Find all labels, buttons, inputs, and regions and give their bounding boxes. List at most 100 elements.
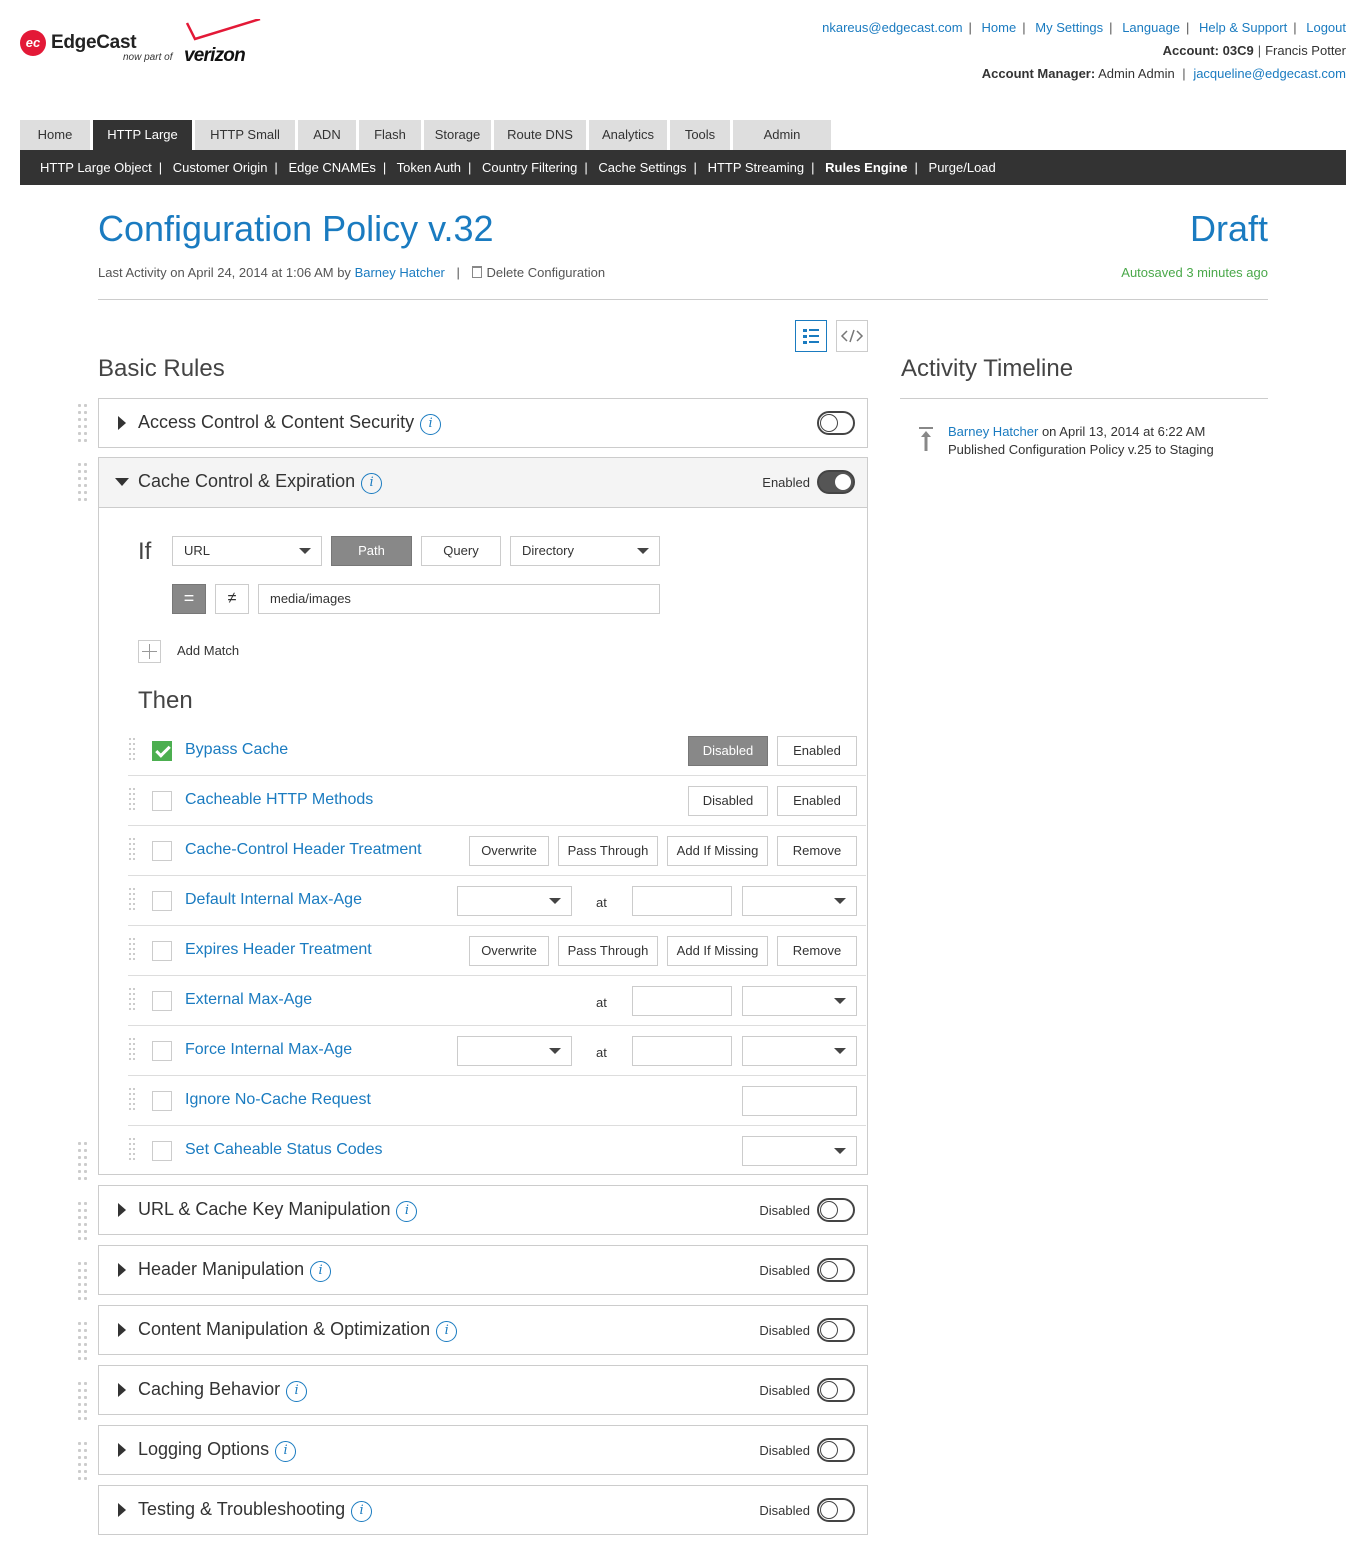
cc-overwrite-button[interactable]: Overwrite [469,836,549,866]
panel-toggle[interactable] [817,1198,855,1222]
info-icon[interactable]: i [310,1261,332,1282]
force-max-age-unit-select[interactable] [742,1036,857,1066]
force-max-age-status-select[interactable] [457,1036,572,1066]
subnav-edge-cnames[interactable]: Edge CNAMEs [288,160,375,175]
panel-header[interactable]: URL & Cache Key Manipulation i Disabled [99,1186,867,1234]
tab-flash[interactable]: Flash [359,120,421,150]
expand-arrow-icon[interactable] [118,1443,126,1457]
info-icon[interactable]: i [396,1201,418,1222]
expires-header-checkbox[interactable] [152,941,172,961]
panel-header[interactable]: Testing & Troubleshooting i Disabled [99,1486,867,1534]
expand-arrow-icon[interactable] [118,1323,126,1337]
subnav-customer-origin[interactable]: Customer Origin [173,160,268,175]
default-max-age-status-select[interactable] [457,886,572,916]
drag-handle-icon[interactable] [129,938,135,964]
drag-handle-icon[interactable] [129,788,135,814]
match-value-input[interactable]: media/images [258,584,660,614]
expand-arrow-icon[interactable] [118,416,126,430]
logout-link[interactable]: Logout [1306,20,1346,35]
tab-storage[interactable]: Storage [424,120,491,150]
expires-pass-through-button[interactable]: Pass Through [558,936,658,966]
drag-handle-icon[interactable] [129,988,135,1014]
expires-add-if-missing-button[interactable]: Add If Missing [667,936,768,966]
help-support-link[interactable]: Help & Support [1199,20,1287,35]
bypass-enabled-button[interactable]: Enabled [777,736,857,766]
cc-add-if-missing-button[interactable]: Add If Missing [667,836,768,866]
rule-external-max-age[interactable]: External Max-Age [185,991,312,1009]
subnav-cache-settings[interactable]: Cache Settings [598,160,686,175]
drag-handle-icon[interactable] [78,1262,90,1300]
drag-handle-icon[interactable] [129,1088,135,1114]
tab-http-small[interactable]: HTTP Small [195,120,295,150]
rule-ignore-no-cache-request[interactable]: Ignore No-Cache Request [185,1091,371,1109]
rule-bypass-cache[interactable]: Bypass Cache [185,741,288,759]
expand-arrow-icon[interactable] [118,1503,126,1517]
my-settings-link[interactable]: My Settings [1035,20,1103,35]
add-match-button[interactable]: Add Match [177,643,239,658]
panel-header[interactable]: Access Control & Content Security i [99,399,867,447]
rule-force-internal-max-age[interactable]: Force Internal Max-Age [185,1041,352,1059]
drag-handle-icon[interactable] [78,404,90,442]
panel-header[interactable]: Content Manipulation & Optimization i Dis… [99,1306,867,1354]
expires-overwrite-button[interactable]: Overwrite [469,936,549,966]
drag-handle-icon[interactable] [129,888,135,914]
cc-remove-button[interactable]: Remove [777,836,857,866]
plus-icon[interactable] [138,640,161,663]
home-link[interactable]: Home [982,20,1017,35]
directory-select[interactable]: Directory [510,536,660,566]
default-max-age-value-input[interactable] [632,886,732,916]
equals-button[interactable]: = [172,584,206,614]
info-icon[interactable]: i [420,414,442,435]
panel-toggle[interactable] [817,1498,855,1522]
drag-handle-icon[interactable] [78,463,90,501]
info-icon[interactable]: i [275,1441,297,1462]
drag-handle-icon[interactable] [78,1322,90,1360]
tab-tools[interactable]: Tools [670,120,730,150]
info-icon[interactable]: i [286,1381,308,1402]
external-max-age-checkbox[interactable] [152,991,172,1011]
subnav-country-filtering[interactable]: Country Filtering [482,160,577,175]
panel-toggle[interactable] [817,470,855,494]
user-email-link[interactable]: nkareus@edgecast.com [822,20,962,35]
expand-arrow-icon[interactable] [118,1263,126,1277]
default-max-age-unit-select[interactable] [742,886,857,916]
drag-handle-icon[interactable] [129,1038,135,1064]
ignore-no-cache-checkbox[interactable] [152,1091,172,1111]
match-type-select[interactable]: URL [172,536,322,566]
timeline-user-link[interactable]: Barney Hatcher [948,424,1038,439]
tab-route-dns[interactable]: Route DNS [494,120,586,150]
drag-handle-icon[interactable] [129,1138,135,1164]
panel-toggle[interactable] [817,1318,855,1342]
info-icon[interactable]: i [351,1501,373,1522]
force-max-age-checkbox[interactable] [152,1041,172,1061]
tab-http-large[interactable]: HTTP Large [93,120,192,150]
rule-expires-header[interactable]: Expires Header Treatment [185,941,372,959]
tab-admin[interactable]: Admin [733,120,831,150]
cc-pass-through-button[interactable]: Pass Through [558,836,658,866]
bypass-disabled-button[interactable]: Disabled [688,736,768,766]
subnav-token-auth[interactable]: Token Auth [397,160,461,175]
methods-enabled-button[interactable]: Enabled [777,786,857,816]
language-link[interactable]: Language [1122,20,1180,35]
tab-home[interactable]: Home [20,120,90,150]
panel-toggle[interactable] [817,411,855,435]
panel-header[interactable]: Logging Options i Disabled [99,1426,867,1474]
rule-cache-control-header[interactable]: Cache-Control Header Treatment [185,841,422,859]
panel-header[interactable]: Header Manipulation i Disabled [99,1246,867,1294]
rule-cacheable-http-methods[interactable]: Cacheable HTTP Methods [185,791,373,809]
path-button[interactable]: Path [331,536,412,566]
drag-handle-icon[interactable] [129,738,135,764]
edgecast-logo[interactable]: ec EdgeCast now part of verizon [20,19,261,70]
subnav-http-large-object[interactable]: HTTP Large Object [40,160,152,175]
list-view-button[interactable] [795,320,827,352]
subnav-rules-engine[interactable]: Rules Engine [825,160,907,175]
external-max-age-unit-select[interactable] [742,986,857,1016]
subnav-purge-load[interactable]: Purge/Load [929,160,996,175]
drag-handle-icon[interactable] [129,838,135,864]
code-view-button[interactable] [836,320,868,352]
collapse-arrow-icon[interactable] [115,478,129,486]
drag-handle-icon[interactable] [78,1202,90,1240]
expand-arrow-icon[interactable] [118,1203,126,1217]
not-equals-button[interactable]: ≠ [215,584,249,614]
tab-analytics[interactable]: Analytics [589,120,667,150]
